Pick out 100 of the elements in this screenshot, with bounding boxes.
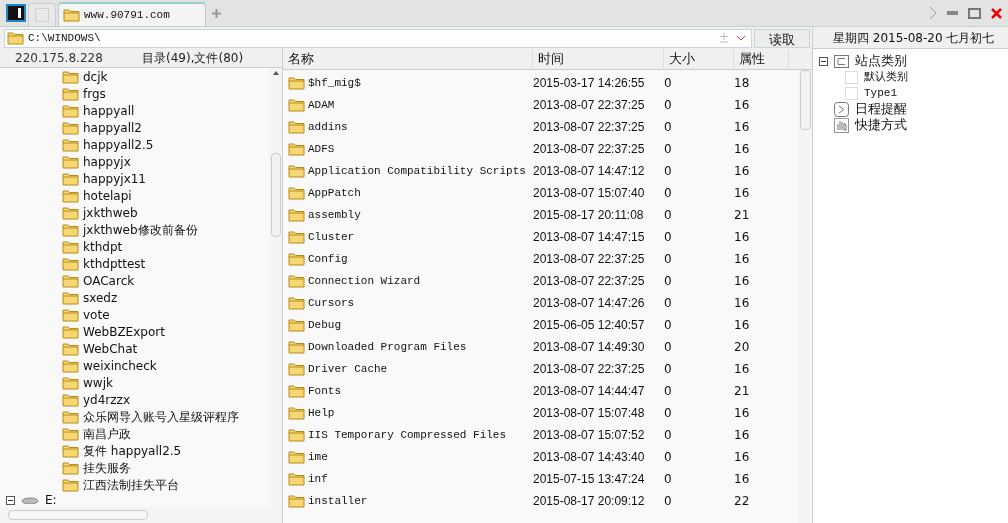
- maximize-icon[interactable]: [968, 7, 981, 19]
- folder-item[interactable]: happyall2: [83, 118, 142, 137]
- table-cell-text: 0: [664, 295, 673, 312]
- folder-item[interactable]: 挂失服务: [83, 458, 131, 477]
- table-cell-text: 20: [734, 339, 751, 356]
- scrollbar-thumb[interactable]: [799, 70, 811, 130]
- folder-item[interactable]: yd4rzzx: [83, 390, 130, 409]
- plus-minus-icon[interactable]: [719, 33, 729, 43]
- address-field[interactable]: C:\WINDOWS\: [4, 28, 752, 48]
- folder-item[interactable]: happyall: [83, 101, 135, 120]
- drive-item[interactable]: E:: [45, 494, 57, 506]
- file-name[interactable]: Application Compatibility Scripts: [308, 162, 526, 180]
- file-name[interactable]: Fonts: [308, 382, 341, 400]
- file-name[interactable]: Connection Wizard: [308, 272, 421, 290]
- table-cell-text: 2013-08-07 22:37:25: [533, 361, 646, 378]
- folder-item[interactable]: dcjk: [83, 68, 108, 86]
- date-label: 星期四 2015-08-20 七月初七: [833, 29, 995, 47]
- folder-item[interactable]: happyjx11: [83, 169, 146, 188]
- folder-icon: [288, 384, 305, 398]
- folder-icon: [62, 171, 79, 186]
- file-name[interactable]: installer: [308, 492, 368, 510]
- scrollbar-thumb[interactable]: [8, 510, 148, 520]
- table-cell-text: 0: [664, 119, 673, 136]
- folder-item[interactable]: frgs: [83, 84, 106, 103]
- dropdown-icon[interactable]: [736, 35, 746, 41]
- table-cell-text: 0: [664, 185, 673, 202]
- table-cell-text: 0: [664, 251, 673, 268]
- folder-item[interactable]: jxkthweb修改前备份: [83, 220, 198, 239]
- folder-item[interactable]: WebChat: [83, 339, 138, 358]
- column-header[interactable]: 属性: [734, 48, 789, 69]
- table-cell-text: 21: [734, 383, 751, 400]
- folder-item[interactable]: OACarck: [83, 271, 135, 290]
- folder-item[interactable]: happyall2.5: [83, 135, 154, 154]
- table-cell-text: 0: [664, 207, 673, 224]
- folder-icon: [62, 375, 79, 390]
- folder-item[interactable]: 众乐网导入账号入星级评程序: [83, 407, 239, 426]
- folder-icon: [62, 256, 79, 271]
- folder-item[interactable]: vote: [83, 305, 110, 324]
- folder-icon: [288, 472, 305, 486]
- folder-item[interactable]: weixincheck: [83, 356, 157, 375]
- table-cell-text: 2013-08-07 14:47:12: [533, 163, 646, 180]
- hand-icon: [834, 117, 849, 133]
- file-name[interactable]: Driver Cache: [308, 360, 388, 378]
- file-name[interactable]: IIS Temporary Compressed Files: [308, 426, 507, 444]
- table-cell-text: 2015-08-17 20:09:12: [533, 493, 646, 510]
- folder-item[interactable]: happyjx: [83, 152, 131, 171]
- file-name[interactable]: inf: [308, 470, 328, 488]
- table-cell-text: 0: [664, 317, 673, 334]
- table-cell-text: 0: [664, 75, 673, 92]
- column-header[interactable]: 时间: [533, 48, 664, 69]
- folder-item[interactable]: 复件 happyall2.5: [83, 441, 182, 460]
- file-name[interactable]: Config: [308, 250, 348, 268]
- file-name[interactable]: ADFS: [308, 140, 335, 158]
- tree-item[interactable]: 站点类别: [855, 51, 907, 71]
- table-cell-text: 16: [734, 273, 751, 290]
- table-cell-text: 22: [734, 493, 751, 510]
- close-icon[interactable]: [991, 7, 1002, 19]
- read-button[interactable]: 读取: [754, 28, 810, 48]
- file-name[interactable]: Cursors: [308, 294, 355, 312]
- table-cell-text: 2015-06-05 12:40:57: [533, 317, 646, 334]
- tree-item[interactable]: 默认类别: [864, 68, 908, 86]
- folder-item[interactable]: jxkthweb: [83, 203, 138, 222]
- folder-item[interactable]: kthdpt: [83, 237, 123, 256]
- column-header[interactable]: 名称: [283, 48, 533, 69]
- column-header[interactable]: 大小: [664, 48, 734, 69]
- collapse-icon[interactable]: [819, 56, 828, 66]
- file-name[interactable]: ime: [308, 448, 328, 466]
- folder-item[interactable]: kthdpttest: [83, 254, 146, 273]
- folder-icon: [288, 208, 305, 222]
- file-name[interactable]: AppPatch: [308, 184, 361, 202]
- file-name[interactable]: Help: [308, 404, 335, 422]
- table-cell-text: 2013-08-07 14:47:26: [533, 295, 646, 312]
- browser-tab[interactable]: www.90791.com: [58, 2, 206, 26]
- scroll-up-icon[interactable]: [272, 71, 279, 75]
- folder-item[interactable]: hotelapi: [83, 186, 132, 205]
- folder-item[interactable]: sxedz: [83, 288, 118, 307]
- table-cell-text: 2013-08-07 15:07:40: [533, 185, 646, 202]
- tree-item[interactable]: Type1: [864, 84, 897, 102]
- file-name[interactable]: Cluster: [308, 228, 355, 246]
- folder-icon: [62, 205, 79, 220]
- scrollbar-thumb[interactable]: [270, 153, 281, 237]
- file-name[interactable]: addins: [308, 118, 348, 136]
- file-name[interactable]: Downloaded Program Files: [308, 338, 467, 356]
- folder-item[interactable]: 南昌户政: [83, 424, 131, 443]
- file-name[interactable]: Debug: [308, 316, 341, 334]
- collapse-icon[interactable]: [6, 495, 15, 505]
- folder-icon: [288, 98, 305, 112]
- folder-icon: [288, 296, 305, 310]
- table-cell-text: 0: [664, 427, 673, 444]
- folder-icon: [62, 307, 79, 322]
- folder-icon: [288, 230, 305, 244]
- file-name[interactable]: assembly: [308, 206, 361, 224]
- file-name[interactable]: $hf_mig$: [308, 74, 361, 92]
- chevron-right-icon[interactable]: [929, 6, 937, 20]
- panel-toggle-button[interactable]: [6, 4, 26, 22]
- folder-item[interactable]: 江西法制挂失平台: [83, 475, 179, 494]
- folder-item[interactable]: wwjk: [83, 373, 113, 392]
- file-name[interactable]: ADAM: [308, 96, 335, 114]
- folder-item[interactable]: WebBZExport: [83, 322, 165, 341]
- add-tab-icon[interactable]: [212, 8, 221, 18]
